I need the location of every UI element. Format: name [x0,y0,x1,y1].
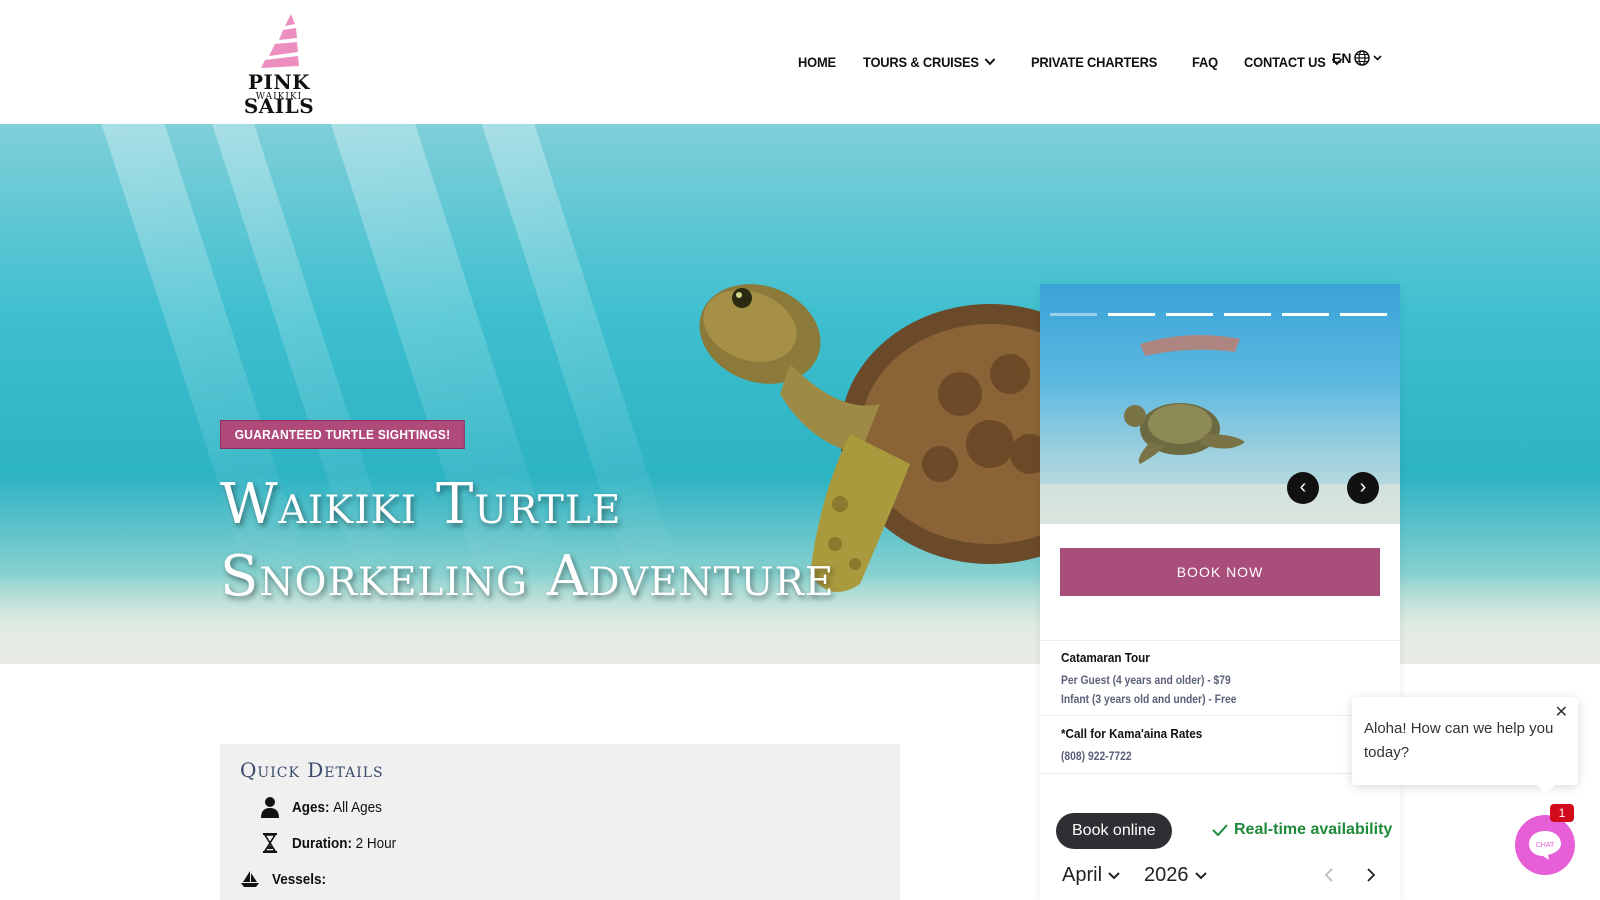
detail-key: Duration: [292,834,353,852]
nav-charters-label: PRIVATE CHARTERS [1031,54,1158,70]
pricing-title: Catamaran Tour [1061,650,1150,665]
nav-contact-us[interactable]: CONTACT US [1244,54,1343,70]
detail-ages: Ages: All Ages [260,796,392,818]
month-value: April [1062,864,1103,886]
checkmark-icon [1212,824,1228,836]
chat-greeting-bubble: ✕ Aloha! How can we help you today? [1352,697,1578,785]
carousel-dot[interactable] [1050,313,1097,316]
kamaaina-title: *Call for Kama'aina Rates [1061,726,1203,741]
pink-sails-logo[interactable]: PINK SAILS WAIKIKI [219,12,339,118]
year-select[interactable]: 2026 [1144,864,1207,887]
main-nav: HOME TOURS & CRUISES PRIVATE CHARTERS FA… [798,50,1351,74]
nav-tours-label: TOURS & CRUISES [863,54,980,70]
phone-number[interactable]: (808) 922-7722 [1061,749,1132,763]
close-icon[interactable]: ✕ [1555,701,1568,725]
book-online-button[interactable]: Book online [1056,813,1172,849]
calendar-next-icon[interactable] [1366,868,1376,882]
divider [1040,715,1400,716]
nav-faq-label: FAQ [1192,54,1219,70]
hero-title: Waikiki Turtle Snorkeling Adventure [220,469,860,613]
chat-bubble-icon: CHAT [1529,831,1561,860]
sailboat-icon [241,871,259,887]
nav-tours-cruises[interactable]: TOURS & CRUISES [863,54,996,70]
nav-home[interactable]: HOME [798,54,836,70]
language-code: EN [1332,50,1352,66]
book-now-button[interactable]: BOOK NOW [1060,548,1380,596]
logo-location: WAIKIKI [255,92,303,102]
quick-details-panel: Quick Details Ages: All Ages Duration: 2 H… [220,744,900,900]
carousel-prev-button[interactable]: ‹ [1287,472,1319,504]
hero-title-line-2: Snorkeling Adventure [220,544,835,609]
hero-title-line-1: Waikiki Turtle [220,472,622,537]
chat-launcher-button[interactable]: CHAT [1515,815,1575,875]
nav-home-label: HOME [798,54,836,70]
year-value: 2026 [1144,864,1189,886]
detail-vessels: Vessels: [240,870,336,888]
nav-faq[interactable]: FAQ [1192,54,1218,70]
carousel-dot[interactable] [1108,313,1155,316]
hourglass-icon [263,833,277,853]
carousel-dot[interactable] [1166,313,1213,316]
nav-private-charters[interactable]: PRIVATE CHARTERS [1031,54,1157,70]
chat-message: Aloha! How can we help you today? [1364,720,1554,761]
detail-key: Ages: [292,798,330,816]
globe-icon [1354,50,1371,66]
carousel-dot[interactable] [1282,313,1329,316]
detail-duration: Duration: 2 Hour [262,832,408,854]
tour-photo-carousel[interactable]: ‹ › [1040,284,1400,524]
language-selector[interactable]: EN [1332,50,1383,66]
sail-logo-icon [261,14,299,68]
chevron-down-icon [1194,871,1207,879]
divider [1040,640,1400,641]
carousel-next-button[interactable]: › [1347,472,1379,504]
chevron-down-icon [1108,871,1120,879]
divider [1040,773,1400,774]
price-per-guest: Per Guest (4 years and older) - $79 [1061,673,1231,687]
hero-badge: GUARANTEED TURTLE SIGHTINGS! [220,420,466,449]
chat-button-label: CHAT [1536,842,1555,849]
carousel-dot[interactable] [1224,313,1271,316]
snorkel-photo [1040,335,1400,524]
chevron-down-icon [1373,55,1383,61]
booking-card: ‹ › BOOK NOW Catamaran Tour Per Guest (4… [1040,284,1400,900]
detail-key: Vessels: [272,870,327,888]
detail-value: 2 Hour [355,834,397,852]
nav-contact-label: CONTACT US [1244,54,1326,70]
calendar-prev-icon[interactable] [1324,868,1334,882]
realtime-label: Real-time availability [1234,821,1393,838]
price-infant: Infant (3 years old and under) - Free [1061,692,1237,706]
chevron-down-icon [984,58,996,66]
quick-details-title: Quick Details [240,758,384,782]
person-icon [261,797,279,818]
realtime-availability: Real-time availability [1212,821,1392,839]
chat-bubble-tail [1536,784,1556,794]
month-select[interactable]: April [1062,864,1120,887]
carousel-dot[interactable] [1340,313,1387,316]
unread-count-badge: 1 [1550,804,1574,822]
site-header: PINK SAILS WAIKIKI HOME TOURS & CRUISES … [0,0,1600,124]
detail-value: All Ages [333,798,382,816]
carousel-indicators [1050,313,1387,316]
